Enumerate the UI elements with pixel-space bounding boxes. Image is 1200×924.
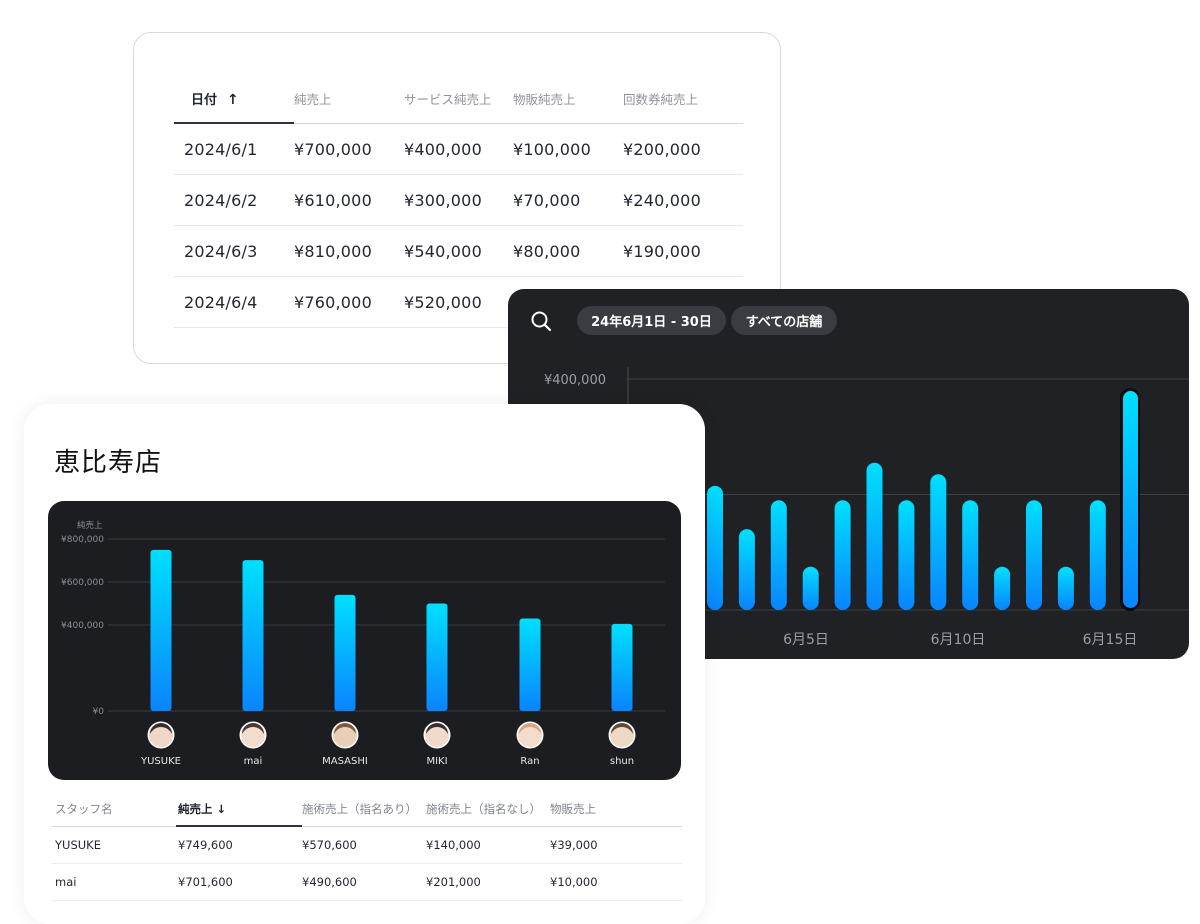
sort-ascending-icon: ↑ — [227, 91, 239, 108]
chart-bar — [242, 560, 264, 711]
chart-bar — [334, 594, 356, 711]
column-header-product-sales[interactable]: 物販売上 — [550, 801, 682, 817]
table-row[interactable]: YUSUKE ¥749,600 ¥570,600 ¥140,000 ¥39,00… — [52, 827, 682, 864]
category-label: YUSUKE — [140, 756, 181, 767]
y-tick-label: ¥600,000 — [61, 578, 104, 588]
cell-net-sales: ¥701,600 — [178, 875, 233, 889]
cell-staff-name: YUSUKE — [55, 838, 101, 852]
staff-sales-chart: 純売上 ¥800,000 ¥600,000 ¥400,000 ¥0 YUSUKE mai MA… — [61, 520, 665, 767]
chart-bar — [519, 618, 541, 711]
staff-sales-chart-panel: 純売上 ¥800,000 ¥600,000 ¥400,000 ¥0 YUSUKE mai MA… — [48, 501, 681, 780]
category-label: MIKI — [426, 756, 447, 767]
y-tick-label: ¥800,000 — [61, 535, 104, 545]
store-sales-card: 恵比寿店 純売上 ¥800,000 ¥600,000 ¥400,000 ¥0 YUSUKE… — [24, 404, 705, 924]
table-header: 日付 ↑ 純売上 サービス純売上 物販純売上 回数券純売上 — [174, 73, 743, 124]
cell-service-sales: ¥300,000 — [404, 190, 482, 210]
category-label: Ran — [520, 756, 539, 767]
table-row[interactable]: 2024/6/3 ¥810,000 ¥540,000 ¥80,000 ¥190,… — [174, 226, 743, 277]
y-tick-label: ¥400,000 — [544, 373, 606, 388]
chart-bar — [930, 474, 947, 610]
cell-treatment-free: ¥201,000 — [426, 875, 481, 889]
table-row[interactable]: 2024/6/1 ¥700,000 ¥400,000 ¥100,000 ¥200… — [174, 124, 743, 175]
search-icon[interactable] — [530, 310, 552, 332]
cell-product-sales: ¥100,000 — [513, 139, 591, 159]
table-header: スタッフ名 純売上 ↓ 施術売上（指名あり） 施術売上（指名なし） 物販売上 — [52, 792, 682, 827]
cell-ticket-sales: ¥240,000 — [623, 190, 701, 210]
column-header-ticket-sales[interactable]: 回数券純売上 — [623, 89, 743, 108]
cell-treatment-nominated: ¥490,600 — [302, 875, 357, 889]
table-row[interactable]: mai ¥701,600 ¥490,600 ¥201,000 ¥10,000 — [52, 864, 682, 901]
y-axis-label: 純売上 — [77, 520, 103, 531]
chart-bar — [738, 529, 755, 610]
cell-net-sales: ¥700,000 — [294, 139, 372, 159]
y-tick-label: ¥0 — [93, 707, 105, 717]
store-filter[interactable]: すべての店舗 — [731, 306, 837, 335]
chart-bar — [1026, 500, 1042, 610]
column-header-net-sales[interactable]: 純売上 — [294, 89, 404, 108]
category-label: mai — [244, 756, 263, 767]
cell-product-sales: ¥10,000 — [550, 875, 598, 889]
chart-bar — [962, 500, 979, 610]
cell-net-sales: ¥760,000 — [294, 292, 372, 312]
x-tick-label: 6月5日 — [783, 632, 829, 648]
chart-bar — [150, 549, 172, 711]
cell-service-sales: ¥540,000 — [404, 241, 482, 261]
cell-net-sales: ¥749,600 — [178, 838, 233, 852]
column-header-treatment-nominated[interactable]: 施術売上（指名あり） — [302, 801, 426, 817]
chart-bar — [611, 623, 633, 711]
cell-date: 2024/6/4 — [184, 292, 258, 312]
cell-ticket-sales: ¥190,000 — [623, 241, 701, 261]
category-label: shun — [610, 756, 634, 767]
cell-net-sales: ¥610,000 — [294, 190, 372, 210]
store-title: 恵比寿店 — [54, 448, 163, 478]
cell-staff-name: mai — [55, 875, 77, 889]
chart-bar — [426, 603, 448, 711]
sort-descending-icon: ↓ — [216, 802, 227, 816]
table-row[interactable]: 2024/6/2 ¥610,000 ¥300,000 ¥70,000 ¥240,… — [174, 175, 743, 226]
y-tick-label: ¥400,000 — [61, 621, 104, 631]
cell-treatment-free: ¥140,000 — [426, 838, 481, 852]
column-header-date[interactable]: 日付 ↑ — [174, 89, 294, 108]
cell-product-sales: ¥80,000 — [513, 241, 581, 261]
column-header-treatment-free[interactable]: 施術売上（指名なし） — [426, 801, 550, 817]
cell-date: 2024/6/1 — [184, 139, 258, 159]
cell-ticket-sales: ¥200,000 — [623, 139, 701, 159]
chart-bar — [1057, 566, 1074, 610]
cell-treatment-nominated: ¥570,600 — [302, 838, 357, 852]
chart-bar — [1089, 500, 1106, 610]
cell-service-sales: ¥400,000 — [404, 139, 482, 159]
cell-net-sales: ¥810,000 — [294, 241, 372, 261]
chart-bar-highlight — [1123, 391, 1138, 608]
chart-bar — [802, 566, 819, 610]
chart-bar — [707, 485, 723, 610]
column-header-net-sales[interactable]: 純売上 ↓ — [176, 801, 302, 817]
column-header-staff-name[interactable]: スタッフ名 — [52, 801, 176, 817]
chart-bar — [770, 500, 787, 610]
date-range-filter[interactable]: 24年6月1日 - 30日 — [577, 306, 726, 335]
cell-date: 2024/6/3 — [184, 241, 258, 261]
x-tick-label: 6月10日 — [931, 632, 986, 648]
cell-product-sales: ¥39,000 — [550, 838, 598, 852]
cell-product-sales: ¥70,000 — [513, 190, 581, 210]
active-sort-underline — [176, 825, 302, 827]
cell-date: 2024/6/2 — [184, 190, 258, 210]
chart-bar — [994, 566, 1011, 610]
staff-sales-table: スタッフ名 純売上 ↓ 施術売上（指名あり） 施術売上（指名なし） 物販売上 Y… — [52, 792, 682, 901]
chart-bar — [834, 500, 851, 610]
active-sort-underline — [174, 122, 294, 124]
column-header-service-sales[interactable]: サービス純売上 — [404, 89, 513, 108]
cell-service-sales: ¥520,000 — [404, 292, 482, 312]
category-label: MASASHI — [322, 756, 368, 767]
x-tick-label: 6月15日 — [1083, 632, 1138, 648]
chart-bar — [866, 462, 883, 610]
chart-bar — [898, 500, 915, 610]
column-header-product-sales[interactable]: 物販純売上 — [513, 89, 623, 108]
